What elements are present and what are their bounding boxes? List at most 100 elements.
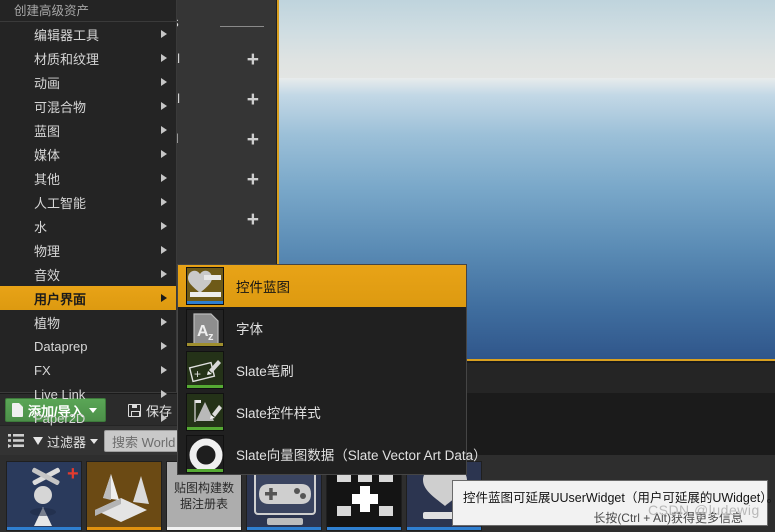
chevron-right-icon: [161, 414, 167, 422]
menu-item-user-interface[interactable]: 用户界面: [0, 286, 176, 310]
chevron-right-icon: [161, 198, 167, 206]
submenu-item-font[interactable]: A z 字体: [178, 307, 466, 349]
tooltip-line-2: 长按(Ctrl + Alt)获得更多信息: [593, 511, 743, 525]
asset-thumb-label: 贴图构建数 据注册表: [173, 480, 234, 511]
chevron-right-icon: [161, 294, 167, 302]
svg-text:+: +: [67, 463, 79, 485]
asset-type-bar: [327, 527, 401, 530]
chevron-right-icon: [161, 270, 167, 278]
slate-widget-style-icon: [186, 393, 224, 431]
menu-item-sounds[interactable]: 音效: [0, 262, 176, 286]
chevron-right-icon: [161, 318, 167, 326]
menu-item-label: FX: [34, 362, 51, 378]
menu-item-label: 材质和纹理: [34, 51, 100, 67]
asset-type-bar: [187, 343, 223, 346]
asset-type-bar: [7, 527, 81, 530]
menu-item-label: 蓝图: [34, 123, 61, 139]
menu-item-foliage[interactable]: 植物: [0, 310, 176, 334]
actor-icon: +: [30, 463, 79, 526]
chevron-right-icon: [161, 78, 167, 86]
editor-window: n Assets laps Aerial + laps Aerial + lap…: [0, 0, 775, 532]
assets-panel-rule: [220, 26, 264, 27]
submenu-item-slate-brush[interactable]: + Slate笔刷: [178, 349, 466, 391]
chevron-right-icon: [161, 390, 167, 398]
asset-type-bar: [187, 385, 223, 388]
plus-icon[interactable]: +: [247, 209, 259, 230]
plus-icon[interactable]: +: [247, 89, 259, 110]
static-mesh-icon: [95, 474, 149, 522]
chevron-right-icon: [161, 150, 167, 158]
tooltip-line-1: 控件蓝图可延展UUserWidget（用户可延展的UWidget）。: [463, 491, 775, 505]
menu-item-label: 动画: [34, 75, 61, 91]
menu-item-physics[interactable]: 物理: [0, 238, 176, 262]
menu-item-water[interactable]: 水: [0, 214, 176, 238]
menu-item-misc[interactable]: 其他: [0, 166, 176, 190]
menu-item-label: 用户界面: [34, 291, 87, 307]
filter-button[interactable]: 过滤器: [33, 432, 99, 450]
menu-item-editor-utilities[interactable]: 编辑器工具: [0, 22, 176, 46]
funnel-icon: [33, 437, 43, 445]
menu-header: 创建高级资产: [0, 0, 176, 22]
slate-brush-icon: +: [186, 351, 224, 389]
asset-type-bar: [187, 427, 223, 430]
chevron-down-icon: [90, 438, 99, 444]
menu-item-animation[interactable]: 动画: [0, 70, 176, 94]
widget-blueprint-icon: [186, 267, 224, 305]
submenu-item-label: Slate向量图数据（Slate Vector Art Data）: [236, 448, 487, 463]
menu-item-fx[interactable]: FX: [0, 358, 176, 382]
chevron-right-icon: [161, 126, 167, 134]
submenu-item-slate-widget-style[interactable]: Slate控件样式: [178, 391, 466, 433]
chevron-right-icon: [161, 174, 167, 182]
tooltip: 控件蓝图可延展UUserWidget（用户可延展的UWidget）。 长按(Ct…: [452, 480, 775, 526]
menu-item-media[interactable]: 媒体: [0, 142, 176, 166]
submenu-item-widget-blueprint[interactable]: 控件蓝图: [178, 265, 466, 307]
submenu-item-slate-vector-art-data[interactable]: Slate向量图数据（Slate Vector Art Data）: [178, 433, 487, 475]
chevron-right-icon: [161, 366, 167, 374]
font-icon: A z: [186, 309, 224, 347]
menu-item-label: 编辑器工具: [34, 27, 100, 43]
plus-icon[interactable]: +: [247, 129, 259, 150]
asset-type-bar: [167, 527, 241, 530]
menu-item-materials-textures[interactable]: 材质和纹理: [0, 46, 176, 70]
menu-item-label: 植物: [34, 315, 61, 331]
asset-type-bar: [87, 527, 161, 530]
menu-item-label: 音效: [34, 267, 61, 283]
menu-item-label: 人工智能: [34, 195, 87, 211]
menu-item-live-link[interactable]: Live Link: [0, 382, 176, 406]
chevron-right-icon: [161, 54, 167, 62]
svg-text:z: z: [208, 331, 214, 343]
menu-item-artificial-intelligence[interactable]: 人工智能: [0, 190, 176, 214]
menu-item-label: Paper2D: [34, 410, 86, 426]
menu-item-label: 水: [34, 219, 48, 235]
submenu-item-label: 字体: [236, 322, 263, 337]
submenu-item-label: Slate控件样式: [236, 406, 321, 421]
menu-item-label: 媒体: [34, 147, 61, 163]
menu-item-dataprep[interactable]: Dataprep: [0, 334, 176, 358]
asset-type-bar: [187, 469, 223, 472]
asset-type-bar: [407, 527, 481, 530]
submenu-item-label: 控件蓝图: [236, 280, 290, 295]
asset-type-bar: [247, 527, 321, 530]
menu-item-label: Live Link: [34, 386, 86, 402]
chevron-right-icon: [161, 222, 167, 230]
menu-item-paper2d[interactable]: Paper2D: [0, 406, 176, 430]
asset-thumb-mesh[interactable]: [86, 461, 162, 531]
slate-vector-art-icon: [186, 435, 224, 473]
user-interface-submenu: 控件蓝图 A z 字体 + Slate笔刷 Slate控件样式 Slate向量图…: [177, 264, 487, 475]
menu-item-blendables[interactable]: 可混合物: [0, 94, 176, 118]
svg-text:+: +: [194, 367, 201, 381]
chevron-right-icon: [161, 342, 167, 350]
menu-item-label: 可混合物: [34, 99, 87, 115]
plus-icon[interactable]: +: [247, 169, 259, 190]
sky-upper: [279, 0, 775, 78]
menu-item-label: 物理: [34, 243, 61, 259]
asset-thumb-actor[interactable]: +: [6, 461, 82, 531]
menu-item-label: Dataprep: [34, 338, 88, 354]
chevron-right-icon: [161, 30, 167, 38]
filter-label: 过滤器: [47, 434, 87, 450]
chevron-right-icon: [161, 246, 167, 254]
plus-icon[interactable]: +: [247, 49, 259, 70]
menu-item-label: 其他: [34, 171, 61, 187]
menu-item-blueprint[interactable]: 蓝图: [0, 118, 176, 142]
source-list-icon[interactable]: [8, 434, 24, 448]
